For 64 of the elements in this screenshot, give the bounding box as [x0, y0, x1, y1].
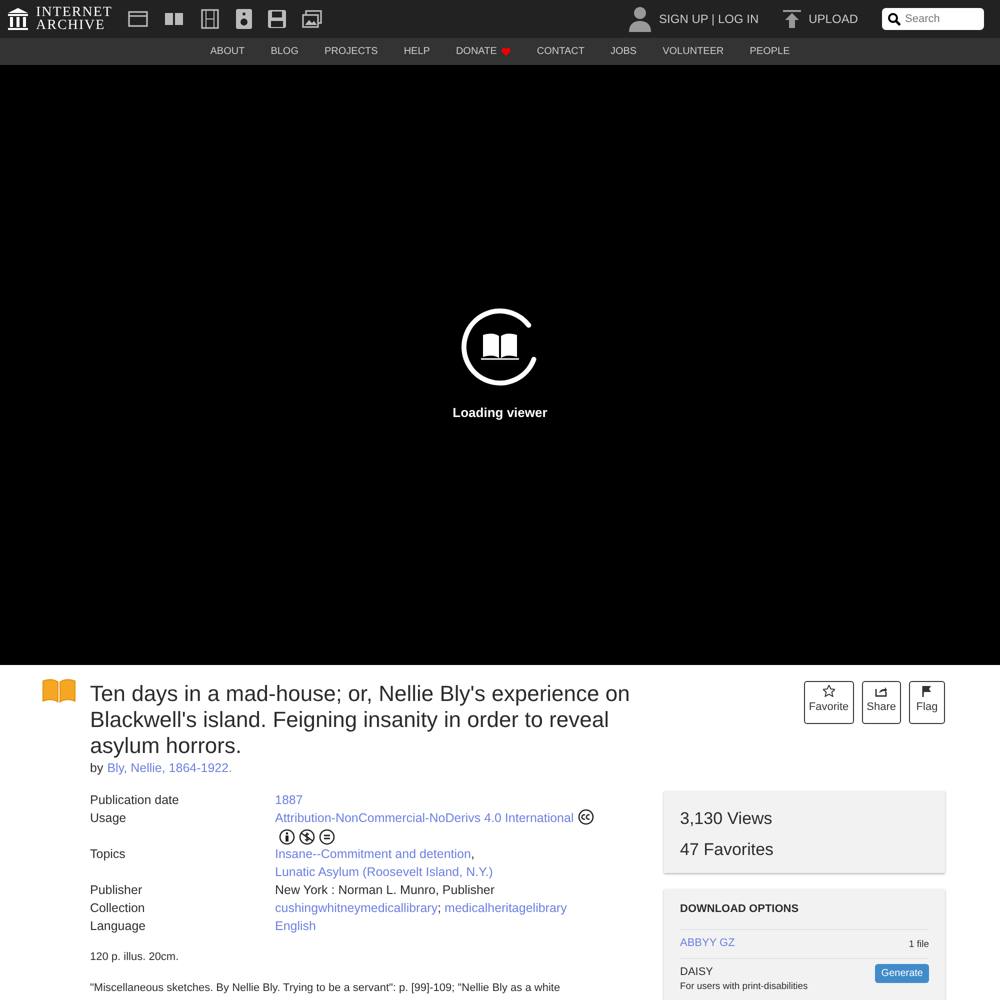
nav-link[interactable]: ABOUT [210, 44, 245, 59]
nav-link[interactable]: HELP [404, 44, 430, 59]
metadata-value: , [470, 846, 474, 863]
metadata-label: Topics [90, 846, 126, 863]
action-button[interactable]: Share [862, 681, 901, 724]
temple-logo-icon[interactable] [8, 8, 28, 30]
description-text: 120 p. illus. 20cm. [90, 950, 180, 965]
share-icon [875, 685, 888, 697]
no-derivatives-icon[interactable] [319, 828, 335, 845]
metadata-label: Publisher [90, 882, 144, 899]
item-title: Ten days in a mad-house; or, Nellie Bly's experience on Blackwell's island. Feigning insanity in order to reveal asylum horrors. [90, 681, 631, 759]
upload-link[interactable]: UPLOAD [808, 10, 858, 28]
metadata-link[interactable]: Insane--Commitment and detention [275, 844, 471, 863]
search-input[interactable]: Search [905, 10, 975, 28]
metadata-link[interactable]: Lunatic Asylum (Roosevelt Island, N.Y.) [275, 862, 493, 881]
nav-link[interactable]: VOLUNTEER [662, 44, 724, 59]
author-link[interactable]: Bly, Nellie, 1864-1922. [107, 759, 232, 778]
stat-text: 47 Favorites [680, 838, 775, 861]
metadata-link[interactable]: 1887 [275, 790, 303, 809]
metadata-label: Usage [90, 810, 128, 827]
download-options-heading: DOWNLOAD OPTIONS [680, 902, 800, 917]
metadata-value: ; [438, 900, 442, 917]
person-silhouette-icon[interactable] [629, 6, 652, 32]
metadata-link[interactable]: English [275, 916, 316, 935]
format-note: For users with print-disabilities [680, 980, 808, 994]
nav-link[interactable]: JOBS [610, 44, 637, 59]
metadata-link[interactable]: medicalheritagelibrary [444, 898, 567, 917]
action-button[interactable]: Flag [909, 681, 945, 724]
film-strip-icon[interactable] [200, 9, 220, 29]
metadata-label: Language [90, 918, 147, 935]
nav-link[interactable]: CONTACT [536, 44, 584, 59]
metadata-label: Collection [90, 900, 146, 917]
file-count: 1 file [908, 938, 929, 952]
loading-text: Loading viewer [452, 404, 548, 422]
images-icon[interactable] [302, 10, 322, 28]
nav-link[interactable]: PEOPLE [750, 44, 790, 59]
non-commercial-icon[interactable] [299, 828, 315, 845]
metadata-link[interactable]: Attribution-NonCommercial-NoDerivs 4.0 International [275, 808, 574, 827]
logo-text[interactable]: INTERNET ARCHIVE [36, 6, 112, 32]
sign-up-log-in-link[interactable]: SIGN UP | LOG IN [659, 10, 759, 28]
open-book-icon [42, 679, 76, 703]
search-icon[interactable] [888, 12, 901, 26]
cc-license-icon[interactable] [578, 808, 594, 825]
heart-icon [500, 47, 511, 56]
book-icon[interactable] [164, 11, 184, 27]
metadata-value: New York : Norman L. Munro, Publisher [275, 882, 495, 899]
search-field[interactable]: Search [882, 8, 984, 30]
flag-icon [921, 685, 933, 697]
browser-window-icon[interactable] [128, 11, 148, 27]
metadata-link[interactable]: cushingwhitneymedicallibrary [275, 898, 438, 917]
format-name: DAISY [680, 964, 714, 980]
generate-button[interactable]: Generate [875, 964, 929, 982]
byline-label: by [90, 760, 104, 777]
action-button[interactable]: Favorite [804, 681, 854, 724]
stat-text: 3,130 Views [680, 808, 774, 830]
upload-arrow-icon[interactable] [782, 10, 801, 28]
metadata-label: Publication date [90, 792, 180, 809]
attribution-person-icon[interactable] [279, 828, 295, 845]
star-icon [822, 685, 835, 697]
nav-link[interactable]: BLOG [270, 44, 298, 59]
nav-link[interactable]: DONATE [456, 44, 497, 59]
nav-link[interactable]: PROJECTS [324, 44, 378, 59]
speaker-icon[interactable] [236, 9, 252, 29]
description-text: "Miscellaneous sketches. By Nellie Bly. Trying to be a servant": p. [99]-109; "Nellie Bly as a white [90, 980, 562, 996]
